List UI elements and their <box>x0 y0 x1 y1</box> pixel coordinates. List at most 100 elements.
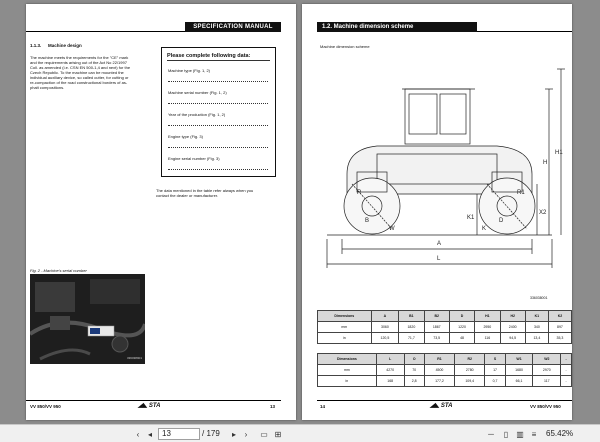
dim-label: L <box>437 256 441 262</box>
table-cell: 2780 <box>454 364 486 376</box>
table-header-cell: B1 <box>398 310 425 322</box>
table-header-cell: A <box>370 310 400 322</box>
table-cell: 1867 <box>423 321 450 333</box>
table-cell: 117 <box>532 375 562 387</box>
dim-label: K <box>482 226 486 232</box>
table-cell: 116 <box>474 332 501 344</box>
document-viewport[interactable]: SPECIFICATION MANUAL 1.1.3. Machine desi… <box>0 0 600 424</box>
table-header-cell: H1 <box>474 310 501 322</box>
body-line: phalt compositions. <box>30 85 65 90</box>
header-title: SPECIFICATION MANUAL <box>185 22 281 32</box>
table-cell: 13,4 <box>524 332 549 344</box>
dimensions-table-2: Dimensions L O R1 R2 S W1 W2- mm 4270 70 4500 2780 17… <box>317 353 572 387</box>
form-field-label: Year of the production (Fig. 1, 2) <box>168 112 226 117</box>
table-cell: mm <box>317 321 372 333</box>
figure-caption: Fig. 2 - Machine's serial number <box>30 268 87 273</box>
fit-width-icon[interactable]: ⊞ <box>272 427 284 441</box>
page-number: 14 <box>320 404 326 409</box>
table-row: mm 3060 1820 1867 1220 2950 2400 340 897 <box>317 321 573 333</box>
table-cell: 2950 <box>474 321 501 333</box>
table-cell: 1820 <box>398 321 425 333</box>
figure-title: Machine dimension scheme <box>320 44 370 49</box>
table-header-cell: D <box>448 310 476 322</box>
zoom-out-icon[interactable]: － <box>485 427 497 441</box>
body-paragraph: The machine meets the requirements for t… <box>30 55 155 90</box>
dim-label: A <box>437 241 441 247</box>
table-cell: 109,4 <box>454 375 486 387</box>
figure-code: 336038901 <box>126 356 142 360</box>
table-cell: 66,1 <box>504 375 534 387</box>
dim-label: H <box>543 160 547 166</box>
form-field-label: Machine type (Fig. 1, 2) <box>168 68 211 73</box>
header-title: 1.2. Machine dimension scheme <box>317 22 477 32</box>
fit-page-icon[interactable]: ▭ <box>258 427 270 441</box>
dim-label: K1 <box>467 215 475 221</box>
table-header-cell: K2 <box>547 310 573 322</box>
table-cell: 4500 <box>423 364 456 376</box>
table-cell: 120,5 <box>370 332 400 344</box>
page-14: 1.2. Machine dimension scheme Machine di… <box>302 4 573 420</box>
viewer-toolbar: ‹ ◂ 13 / 179 ▸ › ▭ ⊞ － ▯ ▥ ≡ 65.42% <box>0 424 600 442</box>
brand-logo: ◢◣ STA <box>138 402 160 409</box>
footer-model: VV 850/VV 950 <box>30 404 61 409</box>
dim-label: D <box>499 218 504 224</box>
divider <box>167 60 270 61</box>
footer-divider <box>26 400 281 401</box>
brand-logo: ◢◣ STA <box>430 402 452 409</box>
footer-divider <box>317 400 572 401</box>
form-field-line <box>168 81 268 82</box>
table-header-cell: B2 <box>423 310 450 322</box>
table-cell: 168 <box>375 375 405 387</box>
page-header: SPECIFICATION MANUAL <box>26 22 281 32</box>
logo-mark: ◢◣ <box>430 403 441 409</box>
table-cell: 48 <box>448 332 476 344</box>
total-pages-label: / 179 <box>202 429 220 438</box>
form-title: Please complete following data: <box>167 53 251 59</box>
table-header-cell: O <box>403 353 425 365</box>
data-form-box: Please complete following data: Machine … <box>161 47 276 177</box>
scroll-view-icon[interactable]: ≡ <box>528 427 540 441</box>
page-number: 13 <box>270 404 276 409</box>
table-row: in 120,5 71,7 73,5 48 116 94,5 13,4 35,3 <box>317 332 573 344</box>
dim-label: R1 <box>517 190 525 196</box>
table-cell: 340 <box>524 321 549 333</box>
page-number-input[interactable]: 13 <box>158 428 200 440</box>
table-row: in 168 2,8 177,2 109,4 0,7 66,1 117- <box>317 375 572 387</box>
next-page-arrow-icon[interactable]: ▸ <box>228 427 240 441</box>
single-page-view-icon[interactable]: ▯ <box>500 427 512 441</box>
two-page-view-icon[interactable]: ▥ <box>514 427 526 441</box>
table-header-cell: K1 <box>524 310 549 322</box>
form-field-label: Engine type (Fig. 3) <box>168 134 203 139</box>
form-field-label: Engine serial number (Fig. 3) <box>168 156 220 161</box>
table-cell: 1220 <box>448 321 476 333</box>
table-cell: mm <box>317 364 377 376</box>
note-paragraph: The data mentioned in the table refer al… <box>156 188 281 198</box>
table-cell: 3060 <box>370 321 400 333</box>
previous-page-button[interactable]: ‹ <box>132 427 144 441</box>
form-field-line <box>168 147 268 148</box>
engine-photo-illustration <box>30 274 145 364</box>
table-cell: 4270 <box>375 364 405 376</box>
dimensions-table-1: Dimensions A B1 B2 D H1 H2 K1 K2 mm 3060 1820 1867 12… <box>317 310 573 344</box>
table-cell: 1680 <box>504 364 534 376</box>
table-cell: 2970 <box>532 364 562 376</box>
zoom-level[interactable]: 65.42% <box>546 428 573 440</box>
table-header-cell: Dimensions <box>317 353 377 365</box>
note-line: contact the dealer or manufacturer. <box>156 193 219 198</box>
section-number: 1.1.3. <box>30 43 42 48</box>
table-header-cell: R1 <box>423 353 456 365</box>
dim-label: W <box>389 226 395 232</box>
table-header-cell: Dimensions <box>317 310 372 322</box>
table-cell: 35,3 <box>547 332 573 344</box>
figure-code: 336038001 <box>530 296 548 300</box>
logo-mark: ◢◣ <box>138 403 149 409</box>
page-13: SPECIFICATION MANUAL 1.1.3. Machine desi… <box>26 4 296 420</box>
previous-page-arrow-icon[interactable]: ◂ <box>144 427 156 441</box>
table-cell: 73,5 <box>423 332 450 344</box>
table-cell: 2400 <box>499 321 526 333</box>
table-cell: 71,7 <box>398 332 425 344</box>
last-page-button[interactable]: › <box>240 427 252 441</box>
table-cell: 177,2 <box>423 375 456 387</box>
dim-label: B <box>365 218 369 224</box>
table-header-cell: W2 <box>532 353 562 365</box>
